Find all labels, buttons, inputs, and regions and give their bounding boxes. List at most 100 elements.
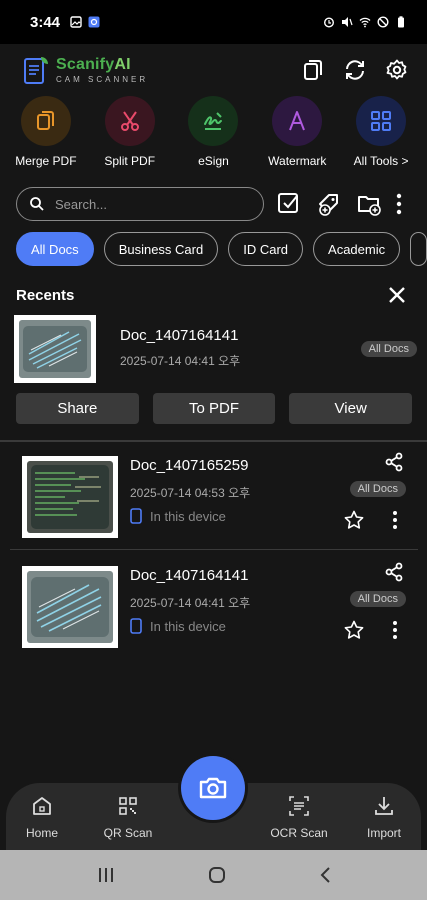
mute-icon — [342, 17, 353, 27]
nav-ocr-scan[interactable]: OCR Scan — [259, 795, 339, 840]
qr-code-icon — [119, 797, 137, 815]
star-icon[interactable] — [344, 510, 364, 530]
home-button-icon[interactable] — [207, 865, 227, 885]
scissors-icon — [104, 96, 155, 146]
status-time: 3:44 — [30, 13, 61, 31]
recent-document-card[interactable]: Doc_1407164141 2025-07-14 04:41 오후 All D… — [14, 315, 417, 385]
star-icon[interactable] — [344, 620, 364, 640]
document-name: Doc_1407164141 — [120, 327, 239, 344]
more-vertical-icon[interactable] — [392, 510, 398, 530]
scanner-logo-icon — [24, 57, 48, 84]
list-item[interactable]: Doc_1407164141 2025-07-14 04:41 오후 In th… — [10, 562, 418, 658]
document-date: 2025-07-14 04:41 오후 — [120, 354, 241, 368]
add-folder-icon[interactable] — [356, 191, 382, 217]
wifi-icon — [359, 17, 371, 28]
more-vertical-icon[interactable] — [396, 193, 402, 215]
quick-tools: Merge PDF Split PDF eSign Watermark All … — [0, 96, 427, 176]
list-item[interactable]: Doc_1407165259 2025-07-14 04:53 오후 In th… — [10, 452, 418, 548]
section-divider — [0, 440, 427, 442]
document-location: In this device — [130, 618, 226, 634]
tool-all-tools[interactable]: All Tools > — [340, 96, 422, 176]
document-thumbnail — [22, 456, 118, 538]
tool-split-pdf[interactable]: Split PDF — [89, 96, 171, 176]
share-icon[interactable] — [384, 452, 404, 472]
tool-label: Split PDF — [104, 154, 156, 168]
folder-badge: All Docs — [349, 591, 406, 607]
tool-esign[interactable]: eSign — [172, 96, 254, 176]
status-bar: 3:44 — [0, 0, 427, 44]
category-chips: All Docs Business Card ID Card Academic — [16, 232, 427, 266]
app-notification-icon — [88, 16, 100, 28]
tool-label: eSign — [198, 154, 229, 168]
document-thumbnail — [22, 566, 118, 648]
document-date: 2025-07-14 04:41 오후 — [130, 596, 251, 610]
document-thumbnail — [14, 315, 96, 383]
view-button[interactable]: View — [289, 393, 413, 424]
chip-overflow[interactable] — [410, 232, 427, 266]
recent-apps-icon[interactable] — [96, 866, 116, 884]
tool-watermark[interactable]: Watermark — [256, 96, 338, 176]
search-icon — [30, 197, 44, 211]
nav-label: OCR Scan — [270, 826, 328, 840]
chip-business-card[interactable]: Business Card — [103, 232, 219, 266]
list-divider — [10, 549, 418, 550]
tool-label: All Tools > — [353, 154, 409, 168]
folder-badge: All Docs — [349, 481, 406, 497]
back-icon[interactable] — [318, 865, 332, 885]
app-name: ScanifyAI — [56, 56, 131, 73]
search-box[interactable] — [16, 187, 264, 221]
share-button[interactable]: Share — [16, 393, 139, 424]
home-icon — [33, 797, 51, 815]
battery-icon — [398, 16, 404, 28]
gallery-icon — [70, 16, 82, 28]
settings-gear-icon[interactable] — [385, 58, 409, 82]
ocr-scan-icon — [289, 796, 309, 816]
tool-label: Merge PDF — [15, 154, 77, 168]
nav-label: QR Scan — [103, 826, 153, 840]
grid-icon — [356, 96, 407, 146]
system-navigation-bar — [0, 850, 427, 900]
folder-badge: All Docs — [360, 341, 417, 357]
system-status-icons — [323, 16, 407, 28]
alarm-icon — [323, 17, 335, 28]
camera-scan-button[interactable] — [181, 756, 245, 820]
sync-icon[interactable] — [343, 58, 367, 82]
nav-import[interactable]: Import — [344, 795, 424, 840]
document-name: Doc_1407165259 — [130, 457, 249, 474]
app-subtitle: CAM SCANNER — [56, 75, 149, 84]
merge-icon — [20, 96, 71, 146]
signature-icon — [188, 96, 239, 146]
app-header: ScanifyAI CAM SCANNER — [0, 44, 427, 96]
share-icon[interactable] — [384, 562, 404, 582]
nav-qr-scan[interactable]: QR Scan — [88, 795, 168, 840]
tool-merge-pdf[interactable]: Merge PDF — [5, 96, 87, 176]
copy-icon[interactable] — [301, 58, 325, 82]
camera-icon — [199, 777, 227, 799]
document-name: Doc_1407164141 — [130, 567, 249, 584]
app-logo: ScanifyAI CAM SCANNER — [22, 55, 148, 85]
document-date: 2025-07-14 04:53 오후 — [130, 486, 251, 500]
tool-label: Watermark — [268, 154, 327, 168]
document-location: In this device — [130, 508, 226, 524]
scan-preview-image — [27, 571, 113, 643]
search-input[interactable] — [55, 196, 235, 212]
phone-icon — [130, 508, 142, 524]
import-download-icon — [375, 797, 393, 815]
more-vertical-icon[interactable] — [392, 620, 398, 640]
nav-label: Import — [366, 826, 401, 840]
to-pdf-button[interactable]: To PDF — [152, 393, 276, 424]
chip-id-card[interactable]: ID Card — [228, 232, 304, 266]
do-not-disturb-icon — [377, 16, 389, 28]
chip-academic[interactable]: Academic — [313, 232, 401, 266]
watermark-icon — [272, 96, 323, 146]
chip-all-docs[interactable]: All Docs — [16, 232, 94, 266]
recent-actions: Share To PDF View — [16, 393, 413, 424]
close-icon[interactable] — [387, 285, 407, 305]
notification-icons — [70, 16, 100, 28]
search-row — [16, 186, 416, 222]
location-label: In this device — [150, 618, 226, 634]
nav-home[interactable]: Home — [2, 795, 82, 840]
select-checkbox-icon[interactable] — [276, 191, 302, 217]
scan-preview-image — [27, 461, 113, 533]
add-tag-icon[interactable] — [316, 191, 342, 217]
